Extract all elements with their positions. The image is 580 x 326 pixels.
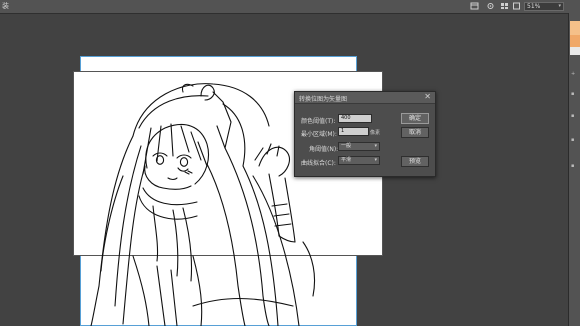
min-area-label: 最小区域(M): xyxy=(301,131,337,138)
color-threshold-input[interactable]: 400 xyxy=(338,114,372,123)
curve-fit-select[interactable]: 平滑 ▾ xyxy=(338,156,380,165)
panel-icon[interactable]: ▪ xyxy=(571,163,574,169)
close-icon[interactable]: ✕ xyxy=(424,92,431,101)
zoom-select[interactable]: 51% ▾ xyxy=(524,2,564,11)
color-swatch[interactable] xyxy=(570,35,580,47)
curve-fit-label: 曲线拟合(C): xyxy=(301,160,336,167)
color-swatch[interactable] xyxy=(570,47,580,55)
color-swatch[interactable] xyxy=(570,21,580,35)
image-trace-dialog: 转换位图为矢量图 ✕ 颜色阈值(T): 400 最小区域(M): 1 像素 角阈… xyxy=(294,91,436,177)
panel-icon[interactable]: ▪ xyxy=(571,91,574,97)
corner-threshold-select[interactable]: 一般 ▾ xyxy=(338,142,380,151)
corner-threshold-value: 一般 xyxy=(341,143,352,149)
document-tab-label[interactable]: 装 xyxy=(2,1,9,11)
right-panel-dock: + ▪ ▪ ▪ ▪ xyxy=(568,13,580,326)
add-icon[interactable]: + xyxy=(571,71,575,77)
panel-icon[interactable]: ▪ xyxy=(571,113,574,119)
brush-icon[interactable] xyxy=(486,2,495,10)
curve-fit-value: 平滑 xyxy=(341,157,352,163)
chevron-down-icon: ▾ xyxy=(558,3,561,9)
grid-icon[interactable] xyxy=(500,2,509,10)
panel-icon[interactable]: ▪ xyxy=(571,137,574,143)
arrange-windows-icon[interactable] xyxy=(470,2,479,10)
chevron-down-icon: ▾ xyxy=(374,143,377,149)
zoom-value: 51% xyxy=(527,3,541,10)
cancel-button[interactable]: 取消 xyxy=(401,127,429,138)
screen-mode-icon[interactable] xyxy=(512,2,521,10)
dialog-title: 转换位图为矢量图 xyxy=(299,96,348,103)
preview-button[interactable]: 预览 xyxy=(401,156,429,167)
color-threshold-label: 颜色阈值(T): xyxy=(301,118,336,125)
corner-threshold-label: 角阈值(N): xyxy=(309,146,339,153)
ok-button[interactable]: 确定 xyxy=(401,113,429,124)
application-bar: 装 51% ▾ xyxy=(0,0,580,14)
chevron-down-icon: ▾ xyxy=(374,157,377,163)
min-area-input[interactable]: 1 xyxy=(338,127,369,136)
min-area-unit: 像素 xyxy=(370,130,381,136)
dialog-title-bar[interactable]: 转换位图为矢量图 ✕ xyxy=(295,92,435,104)
